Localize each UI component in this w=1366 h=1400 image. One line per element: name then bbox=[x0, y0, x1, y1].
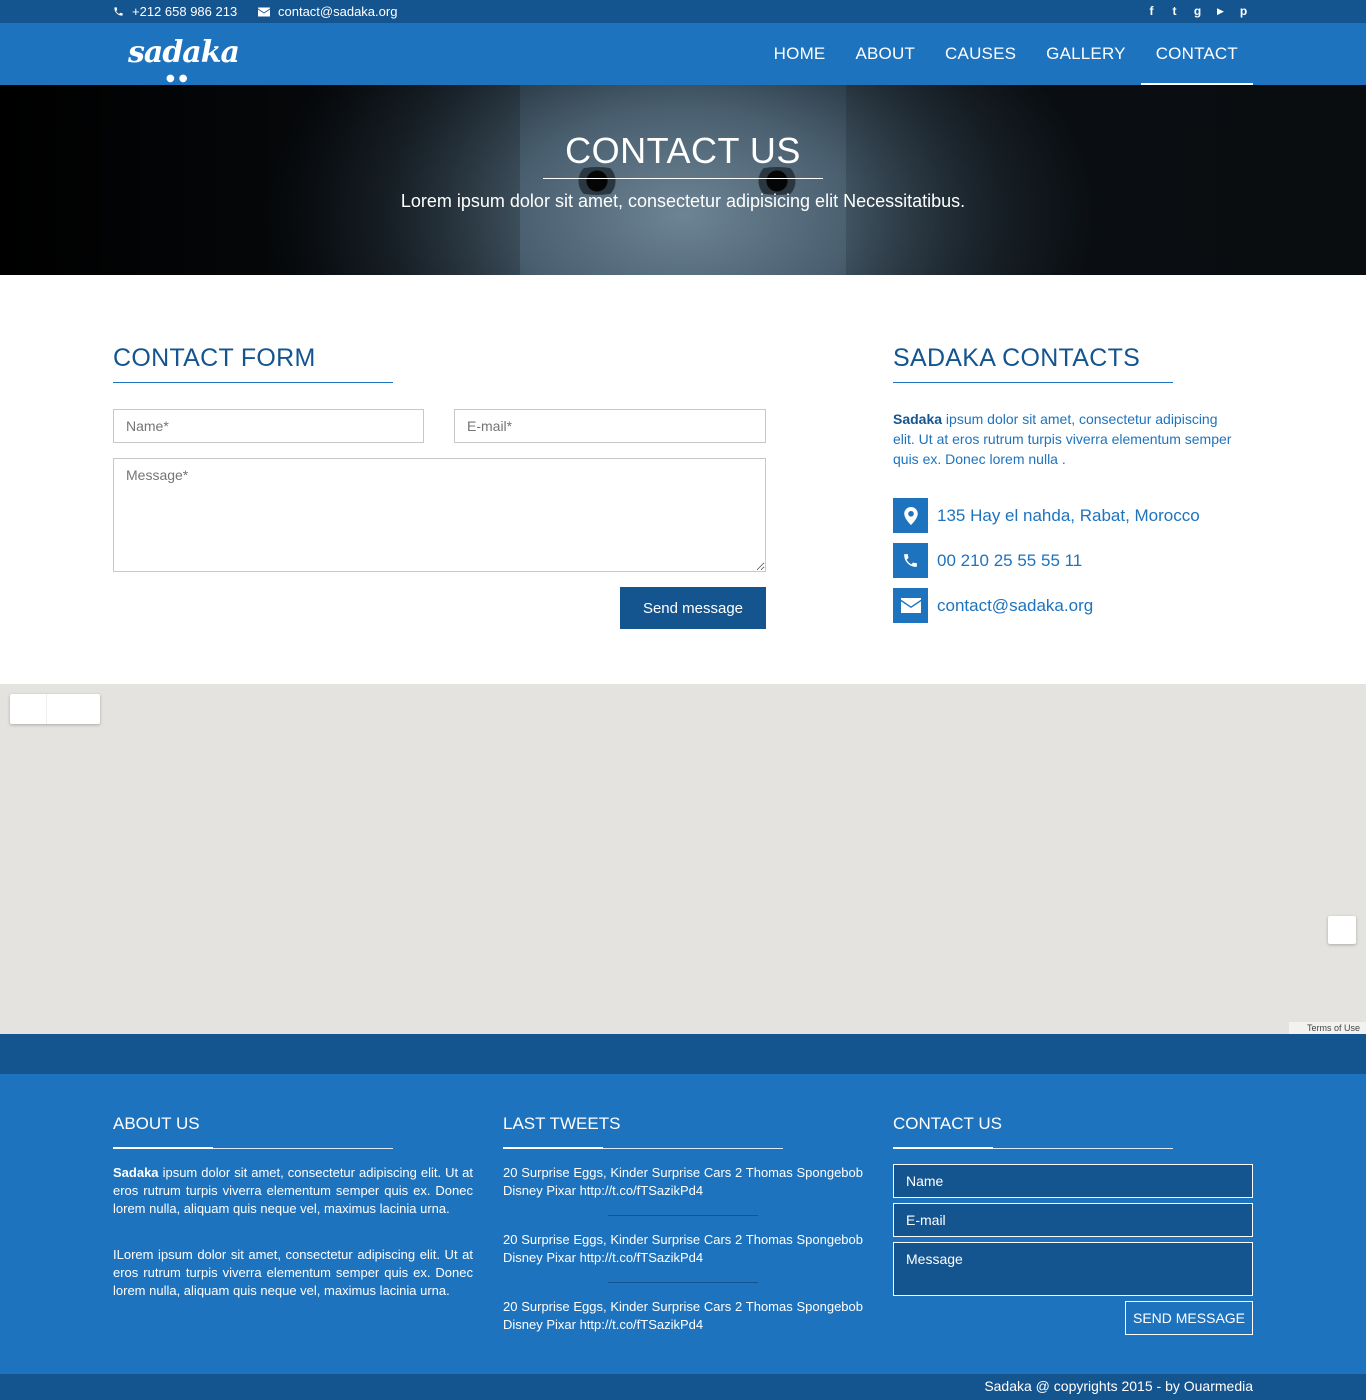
nav-item-gallery[interactable]: GALLERY bbox=[1031, 23, 1141, 85]
contact-email-row: contact@sadaka.org bbox=[893, 588, 1093, 623]
map-terms-link[interactable]: Terms of Use bbox=[1288, 1022, 1366, 1034]
hero-divider bbox=[543, 178, 823, 179]
tweet-divider bbox=[608, 1282, 758, 1283]
twitter-icon[interactable]: t bbox=[1168, 4, 1181, 18]
sadaka-about-text: Sadaka ipsum dolor sit amet, consectetur… bbox=[893, 409, 1243, 469]
footer-contact-title: CONTACT US bbox=[893, 1114, 1002, 1133]
map-type-map[interactable] bbox=[10, 694, 47, 724]
topbar-email-text[interactable]: contact@sadaka.org bbox=[278, 4, 397, 19]
footer-tweets-underline bbox=[503, 1147, 783, 1149]
hero-subtitle: Lorem ipsum dolor sit amet, consectetur … bbox=[400, 191, 966, 211]
phone-icon bbox=[893, 543, 928, 578]
email-input[interactable] bbox=[454, 409, 766, 443]
logo[interactable]: sadaka ●● bbox=[128, 35, 240, 84]
facebook-icon[interactable]: f bbox=[1145, 4, 1158, 18]
contact-address: 135 Hay el nahda, Rabat, Morocco bbox=[937, 505, 1200, 525]
tweet-divider bbox=[608, 1215, 758, 1216]
tweet-item: 20 Surprise Eggs, Kinder Surprise Cars 2… bbox=[503, 1232, 863, 1265]
footer-about-para-2: ILorem ipsum dolor sit amet, consectetur… bbox=[113, 1247, 473, 1298]
contact-email[interactable]: contact@sadaka.org bbox=[937, 596, 1093, 616]
logo-text: sadaka bbox=[128, 35, 240, 70]
message-textarea[interactable] bbox=[113, 458, 766, 572]
google-plus-icon[interactable]: g bbox=[1191, 4, 1204, 18]
pegman-control[interactable] bbox=[1328, 916, 1356, 944]
social-links: f t g ▶ p bbox=[1145, 4, 1250, 18]
phone-icon bbox=[114, 7, 123, 16]
footer-email-input[interactable]: E-mail bbox=[893, 1203, 1253, 1237]
footer-about-brand: Sadaka bbox=[113, 1165, 159, 1180]
map-type-satellite[interactable] bbox=[47, 694, 100, 724]
top-bar: +212 658 986 213 contact@sadaka.org f t … bbox=[0, 0, 1366, 23]
sadaka-about-body: ipsum dolor sit amet, consectetur adipis… bbox=[893, 411, 1232, 467]
nav-item-causes[interactable]: CAUSES bbox=[930, 23, 1031, 85]
topbar-phone-text: +212 658 986 213 bbox=[132, 4, 238, 19]
logo-dots: ●● bbox=[166, 73, 192, 84]
footer-contact-underline bbox=[893, 1147, 1173, 1149]
tweet-item: 20 Surprise Eggs, Kinder Surprise Cars 2… bbox=[503, 1299, 863, 1332]
page-title: CONTACT US bbox=[565, 130, 801, 171]
footer-about-underline bbox=[113, 1147, 393, 1149]
footer-name-input[interactable]: Name bbox=[893, 1164, 1253, 1198]
footer-tweets-title: LAST TWEETS bbox=[503, 1114, 621, 1133]
envelope-icon bbox=[893, 588, 928, 623]
envelope-icon bbox=[258, 7, 270, 16]
footer-send-button[interactable]: SEND MESSAGE bbox=[1125, 1301, 1253, 1335]
contact-phone: 00 210 25 55 55 11 bbox=[937, 550, 1083, 570]
sadaka-contacts-title: SADAKA CONTACTS bbox=[893, 344, 1141, 372]
hero-shade-left bbox=[0, 85, 520, 275]
footer-about-para-1: Sadaka ipsum dolor sit amet, consectetur… bbox=[113, 1164, 473, 1218]
map-marker-icon bbox=[893, 498, 928, 533]
pinterest-icon[interactable]: p bbox=[1237, 4, 1250, 18]
nav-menu: HOME ABOUT CAUSES GALLERY CONTACT bbox=[759, 23, 1253, 85]
contact-form-title: CONTACT FORM bbox=[113, 344, 316, 372]
topbar-phone: +212 658 986 213 bbox=[113, 4, 237, 19]
copyright-bar: Sadaka @ copyrights 2015 - by Ouarmedia bbox=[0, 1374, 1366, 1400]
hero-banner: CONTACT US Lorem ipsum dolor sit amet, c… bbox=[0, 85, 1366, 275]
nav-item-home[interactable]: HOME bbox=[759, 23, 841, 85]
contact-form-underline bbox=[113, 382, 393, 383]
nav-item-contact[interactable]: CONTACT bbox=[1140, 23, 1253, 85]
map[interactable]: Terms of Use bbox=[0, 684, 1366, 1034]
contact-address-row: 135 Hay el nahda, Rabat, Morocco bbox=[893, 498, 1200, 533]
footer-about-para-1-body: ipsum dolor sit amet, consectetur adipis… bbox=[113, 1165, 473, 1216]
map-type-control[interactable] bbox=[10, 694, 100, 724]
main-navbar: sadaka ●● HOME ABOUT CAUSES GALLERY CONT… bbox=[0, 23, 1366, 85]
sadaka-contacts-underline bbox=[893, 382, 1173, 383]
footer-message-placeholder: Message bbox=[906, 1251, 963, 1267]
footer-top-band bbox=[0, 1034, 1366, 1074]
sadaka-brand: Sadaka bbox=[893, 411, 943, 427]
tweet-item: 20 Surprise Eggs, Kinder Surprise Cars 2… bbox=[503, 1165, 863, 1198]
send-message-button[interactable]: Send message bbox=[620, 587, 766, 629]
copyright-text: Sadaka @ copyrights 2015 - by Ouarmedia bbox=[984, 1378, 1253, 1394]
footer: ABOUT US Sadaka ipsum dolor sit amet, co… bbox=[0, 1074, 1366, 1374]
youtube-icon[interactable]: ▶ bbox=[1214, 4, 1227, 18]
contact-phone-row: 00 210 25 55 55 11 bbox=[893, 543, 1082, 578]
footer-name-placeholder: Name bbox=[906, 1173, 944, 1189]
nav-item-about[interactable]: ABOUT bbox=[840, 23, 930, 85]
name-input[interactable] bbox=[113, 409, 424, 443]
footer-message-input[interactable]: Message bbox=[893, 1242, 1253, 1296]
footer-about-title: ABOUT US bbox=[113, 1114, 200, 1133]
topbar-email[interactable]: contact@sadaka.org bbox=[258, 4, 397, 19]
footer-email-placeholder: E-mail bbox=[906, 1212, 946, 1228]
hero-shade-right bbox=[846, 85, 1366, 275]
